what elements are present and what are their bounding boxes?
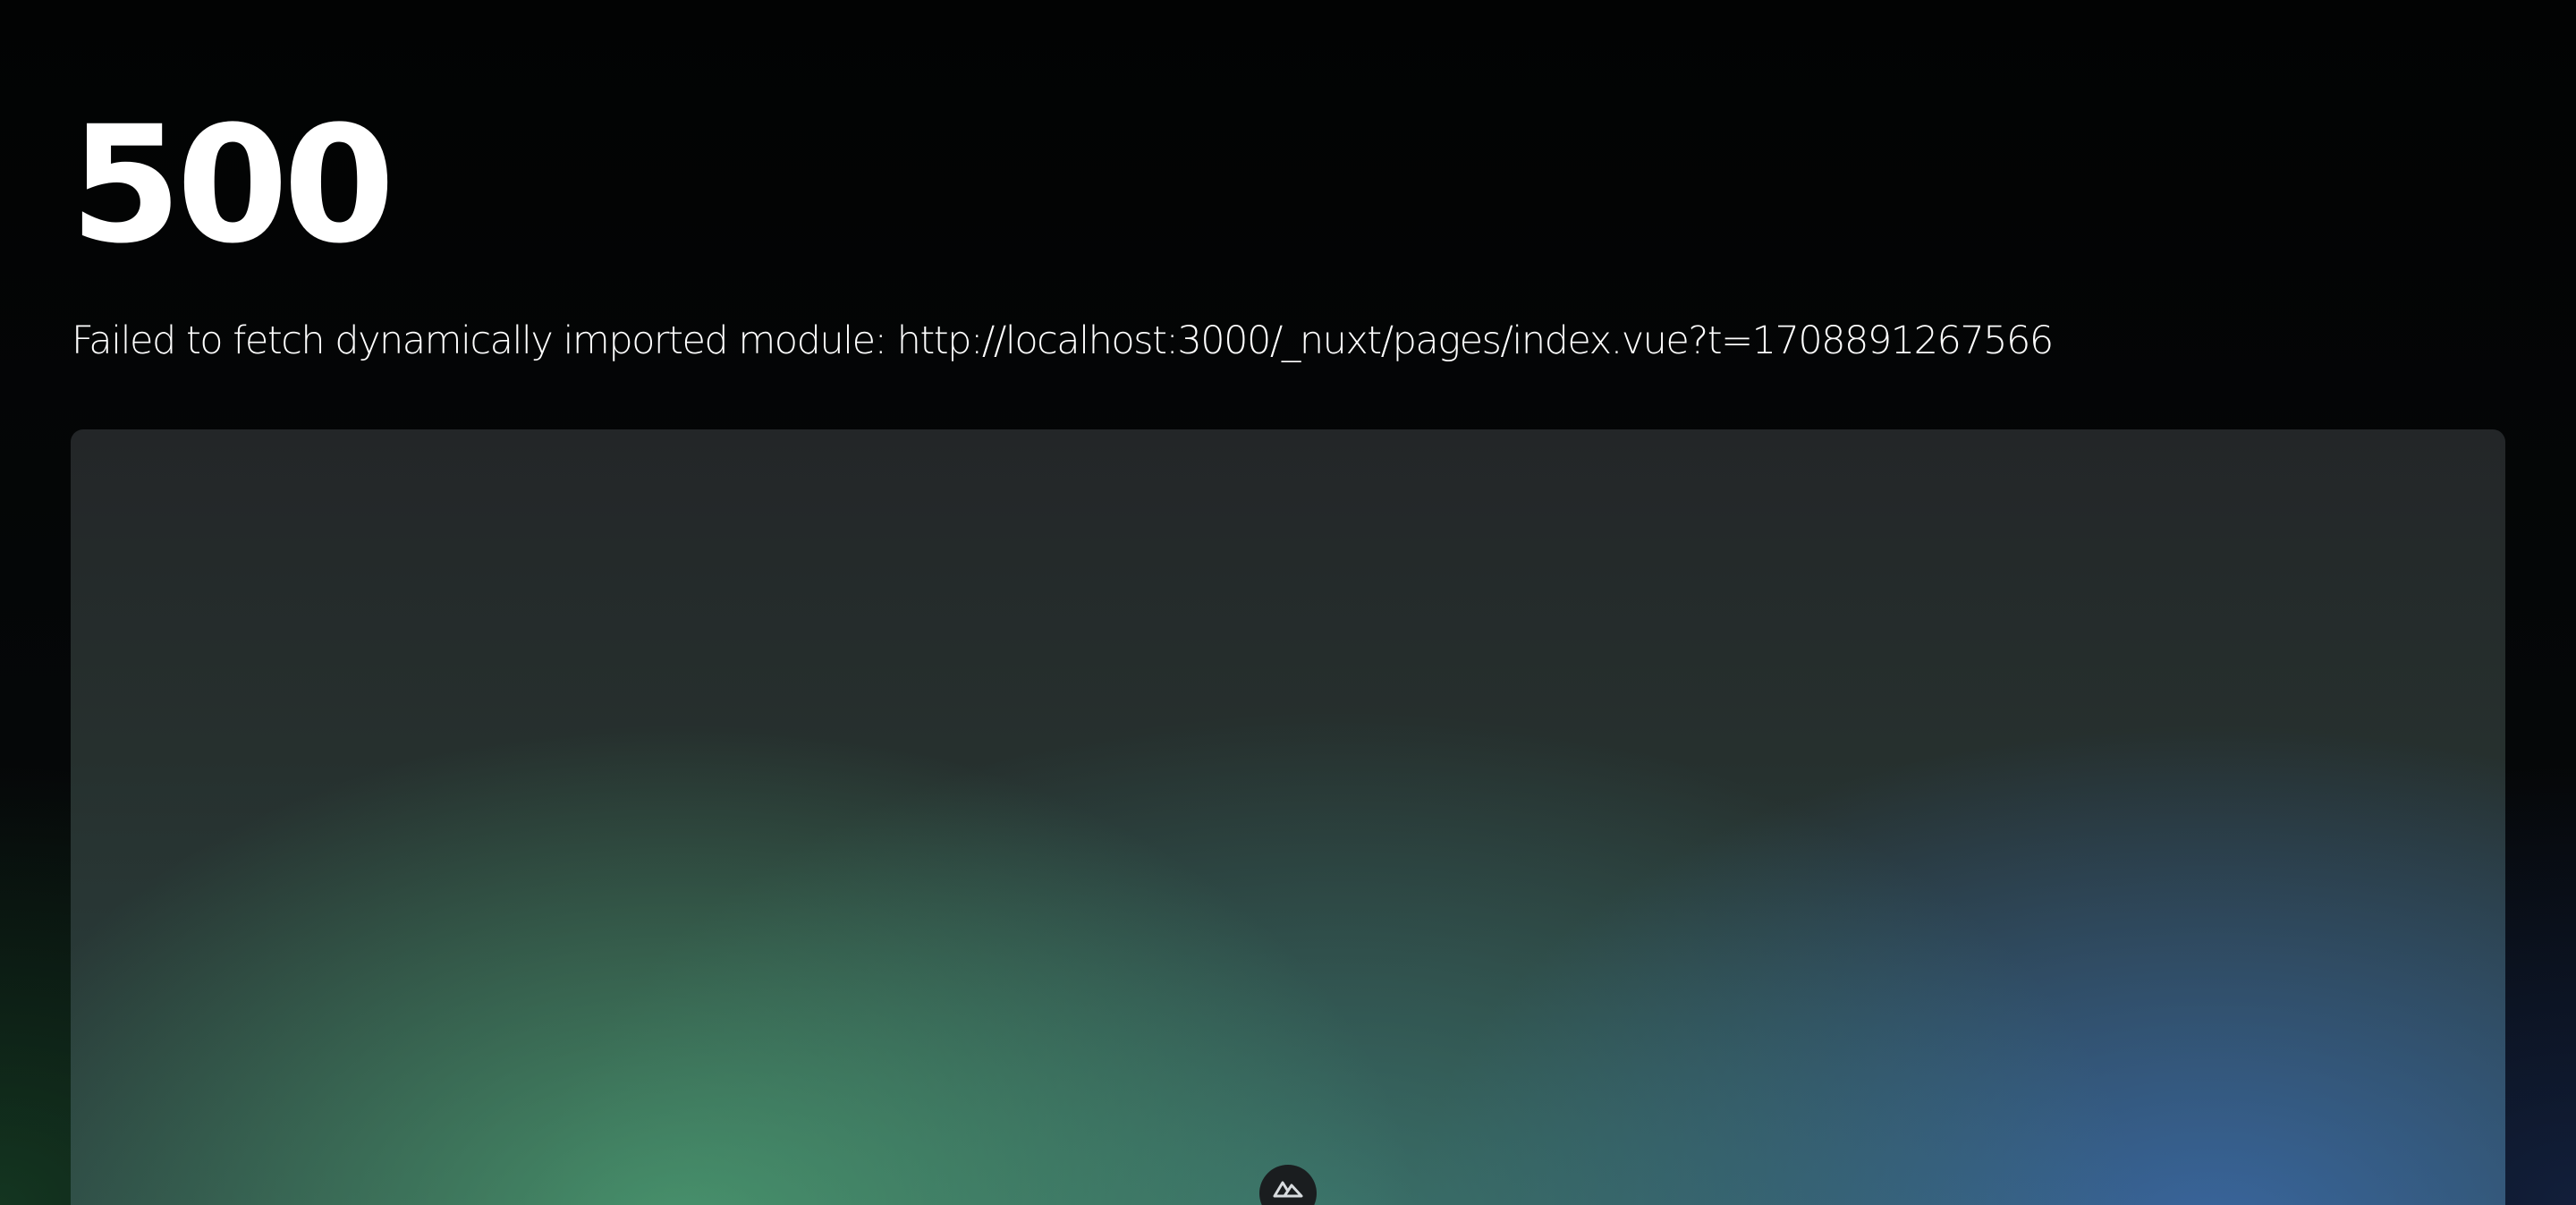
nuxt-logo-icon	[1273, 1181, 1303, 1198]
status-code: 500	[70, 92, 395, 279]
error-stack-panel	[71, 429, 2505, 1205]
error-message: Failed to fetch dynamically imported mod…	[72, 318, 2054, 363]
error-page: 500 Failed to fetch dynamically imported…	[0, 0, 2576, 1205]
